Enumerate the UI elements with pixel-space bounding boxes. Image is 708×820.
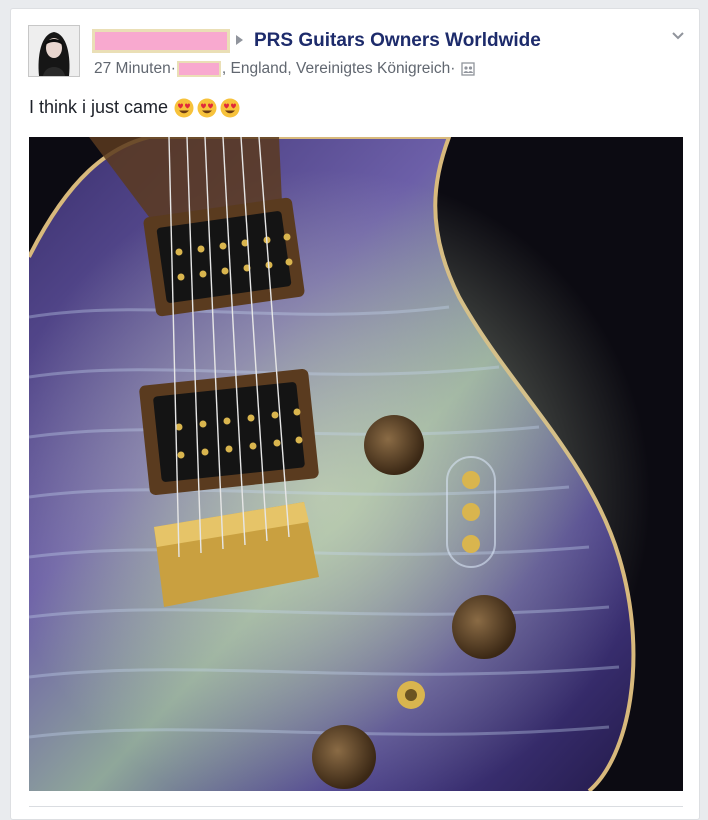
group-name-link[interactable]: PRS Guitars Owners Worldwide: [254, 30, 541, 52]
heart-eyes-emoji: [174, 98, 194, 117]
meta-separator: ·: [170, 60, 176, 77]
post-meta: 27 Minuten · , England, Vereinigtes Köni…: [94, 60, 476, 78]
chevron-down-icon[interactable]: [671, 29, 685, 43]
post-card: PRS Guitars Owners Worldwide 27 Minuten …: [10, 8, 700, 820]
redacted-author-name: [92, 29, 230, 53]
post-text: I think i just came: [29, 97, 240, 118]
post-message: I think i just came: [29, 97, 169, 117]
heart-eyes-emoji: [197, 98, 217, 117]
post-photo-guitar[interactable]: [29, 137, 683, 791]
location-text[interactable]: , England, Vereinigtes Königreich: [222, 60, 450, 78]
heart-eyes-emoji: [220, 98, 240, 117]
meta-separator: ·: [450, 60, 456, 77]
avatar[interactable]: [28, 25, 80, 77]
arrow-right-icon: [236, 35, 243, 45]
redacted-location-part: [176, 61, 221, 77]
timestamp-link[interactable]: 27 Minuten: [94, 60, 171, 78]
group-audience-icon[interactable]: [461, 62, 476, 76]
post-divider: [29, 806, 683, 807]
